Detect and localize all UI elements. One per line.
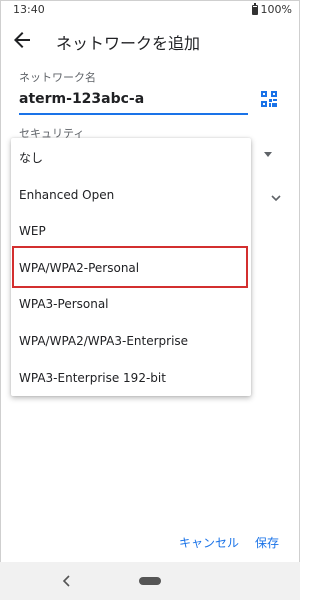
ssid-input-underline	[19, 113, 248, 115]
status-time: 13:40	[13, 3, 45, 16]
security-option-wpa-wpa2-wpa3-enterprise[interactable]: WPA/WPA2/WPA3-Enterprise	[11, 323, 251, 359]
save-button[interactable]: 保存	[255, 534, 279, 551]
cancel-button[interactable]: キャンセル	[179, 534, 239, 551]
security-option-wep[interactable]: WEP	[11, 213, 251, 249]
navigation-bar	[0, 562, 300, 600]
status-right: 100%	[251, 2, 292, 16]
nav-back-icon[interactable]	[62, 575, 72, 587]
status-bar: 13:40 100%	[0, 0, 300, 20]
battery-percent: 100%	[260, 3, 292, 16]
ssid-input[interactable]: aterm-123abc-a	[19, 91, 144, 107]
dropdown-arrow-icon[interactable]	[264, 152, 272, 157]
security-option-wpa3-personal[interactable]: WPA3-Personal	[11, 286, 251, 322]
app-bar: ネットワークを追加	[0, 26, 300, 58]
security-option-wpa3-enterprise-192[interactable]: WPA3-Enterprise 192-bit	[11, 360, 251, 396]
nav-home-pill-icon[interactable]	[139, 577, 161, 585]
security-option-enhanced-open[interactable]: Enhanced Open	[11, 177, 251, 213]
page-title: ネットワークを追加	[56, 34, 201, 53]
security-option-none[interactable]: なし	[11, 140, 251, 176]
chevron-down-icon[interactable]	[270, 192, 282, 204]
selected-option-highlight	[12, 246, 248, 288]
battery-icon	[251, 2, 258, 15]
ssid-label: ネットワーク名	[19, 71, 96, 84]
qr-code-scan-icon[interactable]	[261, 91, 277, 107]
arrow-back-icon[interactable]	[10, 28, 34, 52]
